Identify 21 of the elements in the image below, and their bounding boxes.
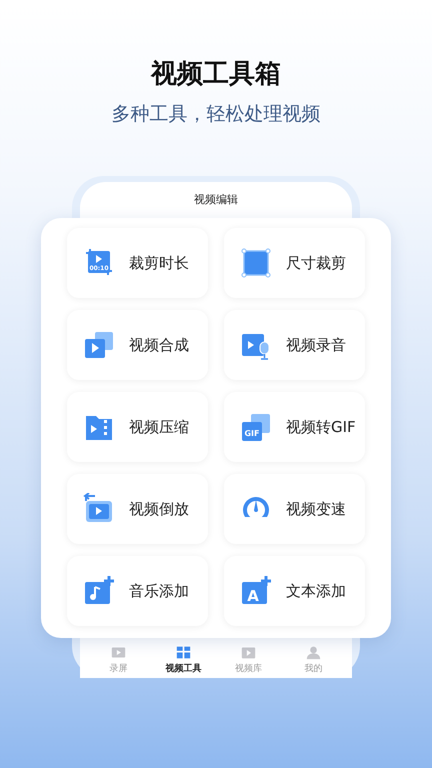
person-icon [305, 645, 322, 660]
music-note-icon [83, 575, 115, 607]
grid-icon [175, 645, 192, 660]
stacked-video-icon [83, 329, 115, 361]
tool-button[interactable]: 视频压缩 [67, 392, 208, 462]
tool-button[interactable]: GIF 视频转GIF [224, 392, 365, 462]
headline: 视频工具箱 [151, 58, 281, 91]
crop-frame-icon [240, 247, 272, 279]
tool-button[interactable]: 视频倒放 [67, 474, 208, 544]
tool-button[interactable]: 视频录音 [224, 310, 365, 380]
tool-button[interactable]: 视频合成 [67, 310, 208, 380]
subtitle: 多种工具，轻松处理视频 [112, 102, 320, 127]
video-icon [240, 645, 257, 660]
tool-button[interactable]: 尺寸裁剪 [224, 228, 365, 298]
tool-button[interactable]: 音乐添加 [67, 556, 208, 626]
video-icon [110, 645, 127, 660]
tool-button[interactable]: 视频变速 [224, 474, 365, 544]
screen-title: 视频编辑 [193, 192, 239, 207]
video-return-icon [83, 493, 115, 525]
tab[interactable]: 视频工具 [154, 645, 214, 675]
tool-button[interactable]: A 文本添加 [224, 556, 365, 626]
